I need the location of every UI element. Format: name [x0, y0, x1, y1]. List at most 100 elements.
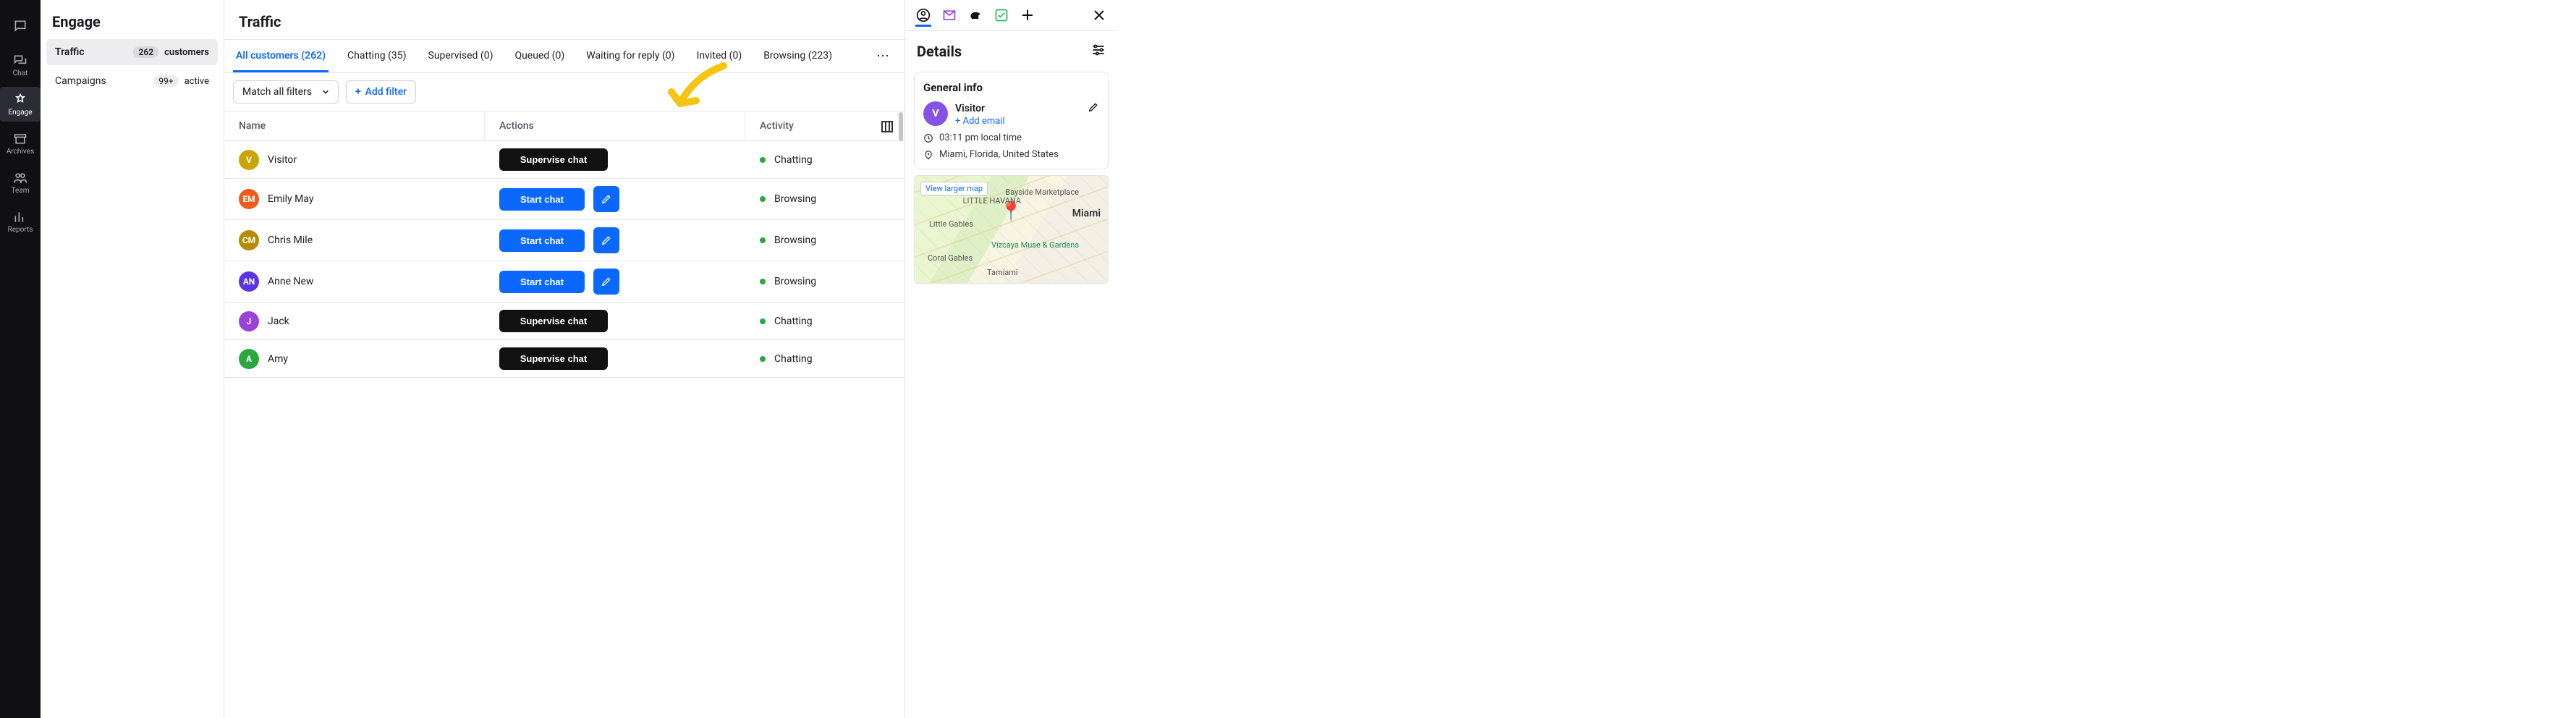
panel-tab-pet[interactable]: [967, 7, 983, 23]
activity-label: Chatting: [774, 353, 813, 365]
avatar: EM: [239, 189, 259, 209]
start-chat-button[interactable]: Start chat: [499, 229, 585, 252]
visitor-name-cell: Visitor: [268, 154, 297, 166]
avatar: J: [239, 311, 259, 331]
avatar: A: [239, 349, 259, 369]
status-dot-icon: [760, 318, 766, 324]
edit-chat-button[interactable]: [593, 186, 619, 212]
tab-browsing[interactable]: Browsing (223): [760, 40, 835, 72]
columns-settings-button[interactable]: [877, 117, 897, 137]
plus-icon: [1021, 9, 1034, 22]
activity-label: Browsing: [774, 235, 816, 246]
sidebar-item-label: Traffic: [55, 46, 85, 58]
location-map[interactable]: View larger map 📍 Bayside Marketplace Mi…: [914, 175, 1109, 284]
map-label: LITTLE HAVANA: [963, 196, 1021, 206]
location-pin-icon: [923, 150, 933, 160]
tabs: All customers (262) Chatting (35) Superv…: [233, 40, 870, 72]
map-label: Coral Gables: [928, 253, 973, 263]
panel-tab-add[interactable]: [1020, 7, 1035, 23]
tab-supervised[interactable]: Supervised (0): [425, 40, 496, 72]
avatar: AN: [239, 271, 259, 292]
activity-label: Browsing: [774, 193, 816, 205]
rail-label: Engage: [8, 109, 32, 117]
tab-chatting[interactable]: Chatting (35): [344, 40, 409, 72]
view-larger-map-link[interactable]: View larger map: [920, 182, 988, 195]
tabs-more-button[interactable]: ⋯: [870, 48, 896, 64]
panel-tab-task[interactable]: [993, 7, 1009, 23]
panel-tab-profile[interactable]: [915, 11, 931, 27]
engage-icon: [13, 93, 27, 107]
pencil-icon: [1088, 101, 1099, 113]
start-chat-button[interactable]: Start chat: [499, 188, 585, 211]
sidebar-item-campaigns[interactable]: Campaigns 99+ active: [46, 68, 218, 94]
map-label: Little Gables: [929, 219, 973, 229]
location-row: Miami, Florida, United States: [923, 149, 1099, 160]
tab-invited[interactable]: Invited (0): [694, 40, 745, 72]
supervise-chat-button[interactable]: Supervise chat: [499, 310, 608, 332]
pencil-icon: [601, 276, 612, 287]
supervise-chat-button[interactable]: Supervise chat: [499, 148, 608, 171]
local-time-row: 03:11 pm local time: [923, 132, 1099, 143]
th-actions[interactable]: Actions: [485, 111, 745, 140]
tab-queued[interactable]: Queued (0): [512, 40, 567, 72]
edit-chat-button[interactable]: [593, 269, 619, 295]
suffix-label: active: [185, 76, 209, 87]
visitor-name-cell: Amy: [268, 353, 288, 365]
panel-settings-button[interactable]: [1091, 43, 1106, 60]
close-icon: [1093, 9, 1106, 22]
start-chat-button[interactable]: Start chat: [499, 271, 585, 293]
supervise-chat-button[interactable]: Supervise chat: [499, 347, 608, 370]
plus-icon: +: [355, 86, 361, 98]
traffic-table: Name Actions Activity Chatting with Emai…: [224, 111, 904, 718]
visitor-name-cell: Chris Mile: [268, 235, 313, 246]
page-title: Traffic: [239, 13, 890, 30]
rail-label: Archives: [7, 148, 34, 156]
card-title: General info: [923, 81, 1099, 94]
table-row[interactable]: EMEmily MayStart chatBrowsing-leviathan@…: [224, 179, 904, 220]
rail-label: Team: [12, 187, 30, 195]
pencil-icon: [601, 235, 612, 246]
rail-item-team[interactable]: Team: [0, 165, 41, 200]
add-email-link[interactable]: + Add email: [955, 116, 1099, 127]
rail-item-archives[interactable]: Archives: [0, 126, 41, 161]
status-dot-icon: [760, 356, 766, 362]
activity-label: Chatting: [774, 154, 813, 166]
activity-label: Browsing: [774, 276, 816, 287]
chevron-down-icon: [322, 88, 329, 96]
visitor-name-cell: Anne New: [268, 276, 313, 287]
check-square-icon: [994, 8, 1009, 22]
tab-waiting[interactable]: Waiting for reply (0): [583, 40, 677, 72]
table-row[interactable]: ANAnne NewStart chatBrowsing-paulv@sbcgl…: [224, 261, 904, 303]
add-filter-button[interactable]: + Add filter: [346, 80, 416, 104]
th-name[interactable]: Name: [224, 111, 485, 140]
person-circle-icon: [916, 8, 931, 22]
rail-item-engage[interactable]: Engage: [0, 87, 41, 122]
match-filter-select[interactable]: Match all filters: [233, 80, 339, 104]
table-row[interactable]: AAmySupervise chatChatting🙂Jacekcamenisc…: [224, 340, 904, 378]
count-badge: 99+: [153, 75, 178, 87]
status-dot-icon: [760, 279, 766, 284]
rail-item-reports[interactable]: Reports: [0, 204, 41, 239]
visitor-name-cell: Jack: [268, 316, 289, 327]
panel-tab-inbox[interactable]: [941, 7, 957, 23]
rail-item-chat[interactable]: Chat: [0, 48, 41, 83]
edit-chat-button[interactable]: [593, 227, 619, 253]
nav-rail: Chat Engage Archives Team Reports: [0, 0, 41, 718]
rail-item-home[interactable]: [0, 9, 41, 43]
table-row[interactable]: VVisitorSupervise chatChatting✦LiveChat …: [224, 141, 904, 179]
sidebar-item-traffic[interactable]: Traffic 262 customers: [46, 39, 218, 65]
match-filter-label: Match all filters: [242, 86, 312, 98]
table-row[interactable]: CMChris MileStart chatBrowsing-rbarreira…: [224, 220, 904, 261]
map-label: Vizcaya Muse & Gardens: [991, 240, 1079, 250]
scrollbar-thumb[interactable]: [899, 112, 903, 141]
status-dot-icon: [760, 196, 766, 202]
table-row[interactable]: JJackSupervise chatChatting✦LiveChat Bot…: [224, 303, 904, 340]
map-label: Tamiami: [987, 268, 1018, 277]
dog-icon: [968, 8, 983, 22]
table-header: Name Actions Activity Chatting with Emai…: [224, 111, 904, 141]
general-info-card: General info V Visitor + Add email 03:11…: [914, 72, 1109, 169]
tab-all-customers[interactable]: All customers (262): [233, 40, 329, 72]
count-badge: 262: [133, 46, 158, 58]
edit-visitor-button[interactable]: [1088, 101, 1099, 116]
panel-close-button[interactable]: [1091, 7, 1107, 23]
